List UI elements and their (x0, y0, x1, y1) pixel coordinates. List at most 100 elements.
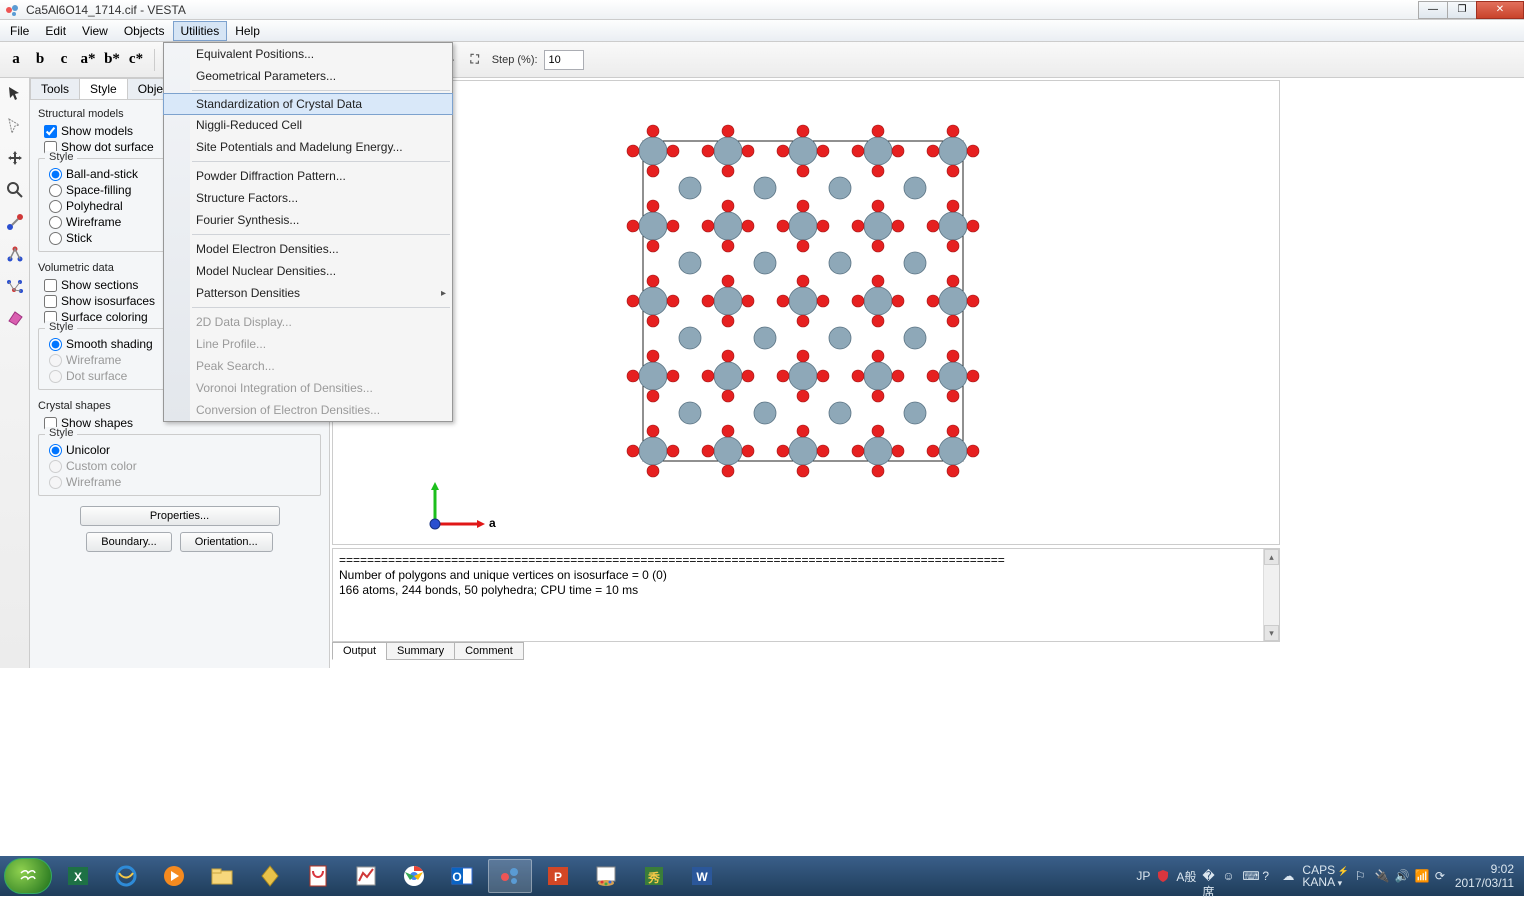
task-chrome-icon[interactable] (392, 859, 436, 893)
tray-volume-icon[interactable]: 🔊 (1395, 869, 1409, 883)
bottom-tab-summary[interactable]: Summary (386, 642, 455, 660)
lasso-icon[interactable] (3, 114, 27, 138)
task-pdf-icon[interactable] (296, 859, 340, 893)
plane-icon[interactable] (3, 306, 27, 330)
properties-button[interactable]: Properties... (80, 506, 280, 526)
menu-item-fourier-synthesis[interactable]: Fourier Synthesis... (164, 209, 452, 231)
magnify-icon[interactable] (3, 178, 27, 202)
tray-ime-icon2[interactable]: ☺ (1222, 869, 1236, 883)
tray-shield-icon[interactable] (1156, 869, 1170, 883)
start-button[interactable] (4, 858, 52, 894)
task-outlook-icon[interactable]: O (440, 859, 484, 893)
tray-wifi-icon[interactable]: 📶 (1415, 869, 1429, 883)
pointer-icon[interactable] (3, 82, 27, 106)
fit-icon[interactable]: ⛶ (464, 49, 486, 71)
tray-power-icon[interactable]: 🔌 (1375, 869, 1389, 883)
menu-view[interactable]: View (74, 21, 116, 41)
menu-item-patterson-densities[interactable]: Patterson Densities (164, 282, 452, 304)
svg-text:O: O (452, 870, 461, 884)
system-tray: JP A般 �席 ☺ ⌨ ? ☁ CAPS ⚡KANA ▾ ⚐ 🔌 🔊 📶 ⟳ … (1136, 862, 1520, 891)
menu-item-standardization-of-crystal-data[interactable]: Standardization of Crystal Data (163, 93, 453, 115)
close-button[interactable]: ✕ (1476, 1, 1524, 19)
menu-item-model-nuclear-densities[interactable]: Model Nuclear Densities... (164, 260, 452, 282)
app-icon (4, 2, 20, 18)
task-ie-icon[interactable] (104, 859, 148, 893)
task-vesta-icon[interactable] (488, 859, 532, 893)
menu-utilities[interactable]: Utilities (173, 21, 228, 41)
menu-item-geometrical-parameters[interactable]: Geometrical Parameters... (164, 65, 452, 87)
3d-viewport[interactable]: a (332, 80, 1280, 545)
bottom-tab-output[interactable]: Output (332, 642, 387, 660)
taskbar: X O P 秀 W JP A般 �席 ☺ ⌨ ? ☁ CAPS ⚡KANA ▾ … (0, 856, 1524, 896)
task-media-icon[interactable] (152, 859, 196, 893)
minimize-button[interactable]: — (1418, 1, 1448, 19)
distance-icon[interactable] (3, 210, 27, 234)
scrollbar[interactable]: ▴ ▾ (1263, 549, 1279, 641)
task-word-icon[interactable]: W (680, 859, 724, 893)
move-icon[interactable] (3, 146, 27, 170)
svg-text:W: W (696, 870, 708, 884)
tray-flag-icon[interactable]: ⚐ (1355, 869, 1369, 883)
crystal-style-group: Style UnicolorCustom colorWireframe (38, 434, 321, 496)
menu-help[interactable]: Help (227, 21, 268, 41)
task-paint-icon[interactable] (584, 859, 628, 893)
menu-item-powder-diffraction-pattern[interactable]: Powder Diffraction Pattern... (164, 165, 452, 187)
axis-a-label: a (489, 516, 496, 530)
task-app1-icon[interactable] (248, 859, 292, 893)
menu-item-conversion-of-electron-densities: Conversion of Electron Densities... (164, 399, 452, 421)
task-explorer-icon[interactable] (200, 859, 244, 893)
axis-b[interactable]: b (28, 48, 52, 72)
boundary-button[interactable]: Boundary... (86, 532, 171, 552)
menu-item-structure-factors[interactable]: Structure Factors... (164, 187, 452, 209)
axis-astar[interactable]: a* (76, 48, 100, 72)
axes-gizmo: a (423, 476, 503, 536)
crystal-structure (603, 101, 1003, 501)
menubar: FileEditViewObjectsUtilitiesHelp (0, 20, 1524, 42)
tab-style[interactable]: Style (79, 78, 128, 99)
orientation-button[interactable]: Orientation... (180, 532, 273, 552)
output-text: ========================================… (333, 549, 1279, 641)
tab-tools[interactable]: Tools (30, 78, 80, 99)
tray-cloud-icon[interactable]: ☁ (1282, 869, 1296, 883)
radio-wireframe: Wireframe (49, 475, 314, 489)
menu-item-d-data-display: 2D Data Display... (164, 311, 452, 333)
menu-edit[interactable]: Edit (37, 21, 74, 41)
utilities-menu: Equivalent Positions...Geometrical Param… (163, 42, 453, 422)
tray-ime-icon3[interactable]: ⌨ (1242, 869, 1256, 883)
menu-file[interactable]: File (2, 21, 37, 41)
tray-clock[interactable]: 9:02 2017/03/11 (1455, 862, 1514, 891)
tray-ime-icon1[interactable]: �席 (1202, 869, 1216, 883)
scroll-down-icon[interactable]: ▾ (1264, 625, 1279, 641)
menu-item-peak-search: Peak Search... (164, 355, 452, 377)
tray-sync-icon[interactable]: ⟳ (1435, 869, 1449, 883)
tray-ime[interactable]: A般 (1176, 868, 1196, 885)
menu-item-model-electron-densities[interactable]: Model Electron Densities... (164, 238, 452, 260)
menu-item-equivalent-positions[interactable]: Equivalent Positions... (164, 43, 452, 65)
tray-lang[interactable]: JP (1136, 869, 1150, 883)
task-app2-icon[interactable]: 秀 (632, 859, 676, 893)
tray-caps-kana[interactable]: CAPS ⚡KANA ▾ (1302, 864, 1348, 888)
radio-custom-color: Custom color (49, 459, 314, 473)
dihedral-icon[interactable] (3, 274, 27, 298)
axis-c[interactable]: c (52, 48, 76, 72)
axis-a[interactable]: a (4, 48, 28, 72)
menu-objects[interactable]: Objects (116, 21, 173, 41)
task-excel-icon[interactable]: X (56, 859, 100, 893)
vertical-toolbar (0, 78, 30, 668)
step-pct-input[interactable] (544, 50, 584, 70)
task-powerpoint-icon[interactable]: P (536, 859, 580, 893)
menu-item-niggli-reduced-cell[interactable]: Niggli-Reduced Cell (164, 114, 452, 136)
bottom-tab-comment[interactable]: Comment (454, 642, 524, 660)
radio-unicolor[interactable]: Unicolor (49, 443, 314, 457)
axis-cstar[interactable]: c* (124, 48, 148, 72)
axis-bstar[interactable]: b* (100, 48, 124, 72)
scroll-up-icon[interactable]: ▴ (1264, 549, 1279, 565)
maximize-button[interactable]: ❐ (1447, 1, 1477, 19)
menu-item-voronoi-integration-of-densities: Voronoi Integration of Densities... (164, 377, 452, 399)
tray-help-icon[interactable]: ? (1262, 869, 1276, 883)
step-pct-label: Step (%): (492, 54, 538, 66)
angle-icon[interactable] (3, 242, 27, 266)
task-graph-icon[interactable] (344, 859, 388, 893)
window-title: Ca5Al6O14_1714.cif - VESTA (24, 3, 1419, 17)
menu-item-site-potentials-and-madelung-energy[interactable]: Site Potentials and Madelung Energy... (164, 136, 452, 158)
